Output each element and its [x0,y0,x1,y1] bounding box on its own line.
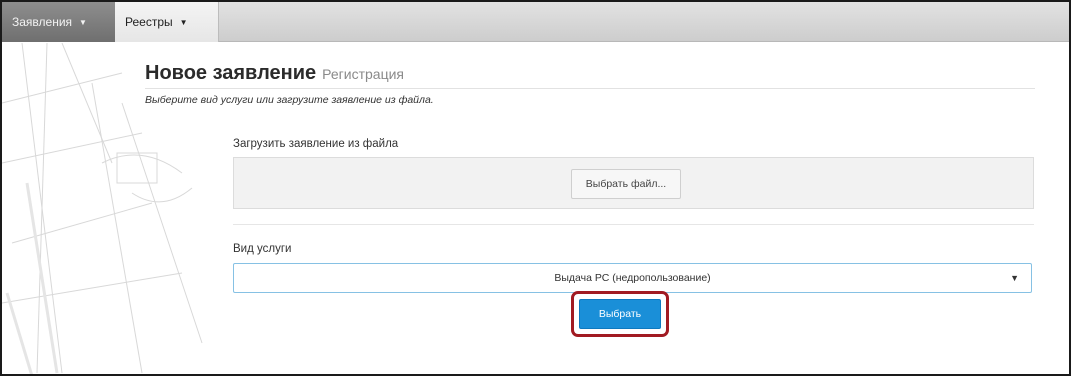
background-sketch-image [2,43,203,374]
service-type-label: Вид услуги [233,243,292,255]
nav-item-label: Реестры [125,15,173,29]
file-upload-area[interactable]: Выбрать файл... [233,157,1034,209]
app-frame: Заявления ▼ Реестры ▼ Новое заявление Ре… [0,0,1071,376]
header-divider [145,88,1035,89]
top-navbar: Заявления ▼ Реестры ▼ [2,2,1069,42]
section-divider [233,224,1034,225]
page-header: Новое заявление Регистрация [145,62,404,85]
page-title: Новое заявление [145,62,317,84]
chevron-down-icon: ▼ [1010,273,1019,283]
chevron-down-icon: ▼ [179,17,188,27]
nav-item-applications[interactable]: Заявления ▼ [2,2,115,42]
upload-label: Загрузить заявление из файла [233,138,399,150]
nav-item-label: Заявления [12,15,73,29]
page-subtitle: Регистрация [322,66,404,82]
nav-item-registries[interactable]: Реестры ▼ [115,2,219,42]
choose-file-button[interactable]: Выбрать файл... [571,169,681,199]
choose-button[interactable]: Выбрать [579,299,661,329]
service-type-select[interactable]: Выдача РС (недропользование) ▼ [233,263,1032,293]
instruction-text: Выберите вид услуги или загрузите заявле… [145,94,434,106]
chevron-down-icon: ▼ [79,17,87,27]
service-type-selected-value: Выдача РС (недропользование) [554,272,711,284]
